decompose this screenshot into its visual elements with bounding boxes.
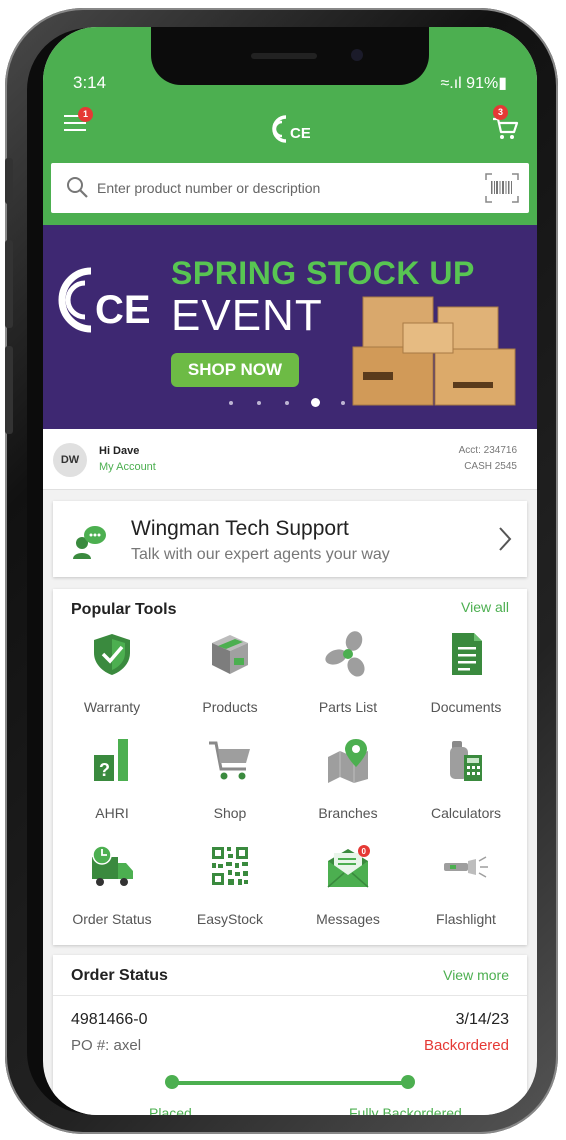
cart-badge: 3 [493,105,508,120]
greeting: Hi Dave [99,445,140,457]
tool-label: AHRI [95,805,129,821]
volume-silent-button [5,158,13,204]
cash-account: CASH 2545 [464,461,517,472]
carousel-dot-active[interactable] [311,398,320,407]
fan-icon [325,631,365,677]
wingman-title: Wingman Tech Support [131,517,349,540]
menu-badge: 1 [78,107,93,122]
search-icon [67,177,88,198]
promo-banner[interactable]: CE SPRING STOCK UP EVENT SHOP NOW [43,225,537,429]
avatar[interactable]: DW [53,443,87,477]
view-more-link[interactable]: View more [443,967,509,983]
barcode-scan-icon[interactable] [485,173,519,203]
tool-label: Parts List [318,699,378,715]
ahri-chart-icon: ? [94,739,128,781]
carousel-dots[interactable] [229,397,349,411]
tool-label: Products [202,699,258,715]
tool-label: EasyStock [196,911,264,927]
tool-label: Documents [430,699,502,715]
status-signal-battery: ≈.ıl 91%▮ [440,75,508,92]
tool-documents[interactable]: Documents [407,631,525,731]
banner-subheadline: EVENT [171,291,323,340]
ce-logo-text: CE [290,125,310,142]
tool-label: Calculators [430,805,502,821]
tool-products[interactable]: Products [171,631,289,731]
notch [151,27,429,85]
chevron-right-icon [499,527,512,551]
account-number: Acct: 234716 [458,445,517,456]
carousel-dot[interactable] [341,401,345,405]
shopping-cart-icon[interactable] [491,115,519,141]
account-bar: DW Hi Dave My Account Acct: 234716 CASH … [43,429,537,490]
tool-easystock[interactable]: EasyStock [171,843,289,943]
status-time: 3:14 [73,73,107,92]
wingman-subtitle: Talk with our expert agents your way [131,546,390,563]
tool-order-status[interactable]: Order Status [53,843,171,943]
app-bar: 1 CE 3 [43,97,537,161]
box-icon [212,635,248,674]
wingman-support-card[interactable]: Wingman Tech Support Talk with our exper… [53,501,527,577]
carousel-dot[interactable] [257,401,261,405]
tool-label: Order Status [72,911,152,927]
tool-shop[interactable]: Shop [171,737,289,837]
progress-track [171,1081,407,1085]
tool-ahri[interactable]: ? AHRI [53,737,171,837]
qr-code-icon [210,845,250,887]
ce-banner-logo-text: CE [95,288,151,332]
popular-tools-card: Popular Tools View all Warranty Products [53,589,527,945]
tool-calculators[interactable]: Calculators [407,737,525,837]
purchase-order: PO #: axel [71,1037,142,1054]
truck-clock-icon [92,845,133,886]
envelope-icon: 0 [327,845,370,888]
tool-label: Flashlight [436,911,496,927]
tool-label: Branches [318,805,378,821]
tool-warranty[interactable]: Warranty [53,631,171,731]
ce-logo-icon[interactable]: CE [270,113,310,145]
order-status-badge: Backordered [423,1037,509,1054]
messages-badge: 0 [362,847,367,856]
step-label-fully-backordered: Fully Backordered [349,1105,462,1115]
progress-step-dot [401,1075,415,1089]
order-status-card[interactable]: Order Status View more 4981466-0 3/14/23… [53,955,527,1115]
search-placeholder: Enter product number or description [97,180,321,196]
order-date: 3/14/23 [455,1011,509,1028]
tool-label: Messages [316,911,380,927]
search-input[interactable]: Enter product number or description [51,163,529,213]
cardboard-boxes-image [352,296,516,406]
carousel-dot[interactable] [229,401,233,405]
view-all-link[interactable]: View all [461,599,509,615]
order-status-title: Order Status [71,967,168,984]
search-bar-container: Enter product number or description [43,161,537,225]
tool-label: Shop [213,805,247,821]
tool-branches[interactable]: Branches [289,737,407,837]
tool-messages[interactable]: 0 Messages [289,843,407,943]
step-label-placed: Placed [149,1105,192,1115]
progress-step-dot [165,1075,179,1089]
order-number: 4981466-0 [71,1011,148,1028]
tool-flashlight[interactable]: Flashlight [407,843,525,943]
calculator-icon [450,741,482,781]
screen: 3:14 ≈.ıl 91%▮ 1 CE 3 Enter product numb… [43,27,537,1115]
ce-banner-logo-icon: CE [58,267,151,333]
flashlight-icon [444,856,488,878]
tool-label: Warranty [83,699,141,715]
map-pin-icon [328,739,368,783]
volume-down-button [5,346,13,434]
shop-now-button[interactable]: SHOP NOW [171,353,299,387]
tool-parts-list[interactable]: Parts List [289,631,407,731]
popular-tools-title: Popular Tools [71,601,177,618]
svg-text:?: ? [99,760,110,780]
document-icon [452,633,482,675]
shield-check-icon [94,634,130,675]
support-agent-icon [73,526,106,559]
cart-icon [209,741,250,780]
divider [53,995,527,996]
volume-up-button [5,240,13,328]
carousel-dot[interactable] [285,401,289,405]
my-account-link[interactable]: My Account [99,461,156,473]
